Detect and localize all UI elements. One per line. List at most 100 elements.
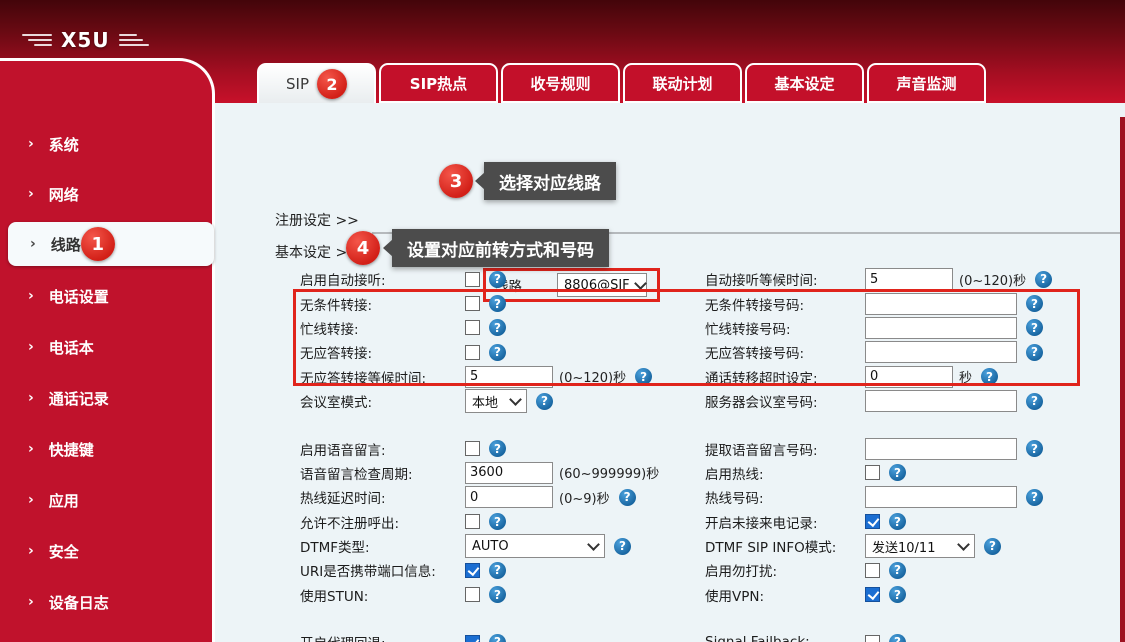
sidebar-item-label: 线路 [51,234,81,255]
settings-form: 启用自动接听:?自动接听等候时间:(0~120)秒?无条件转接:?无条件转接号码… [300,267,1100,642]
help-icon[interactable]: ? [614,538,631,555]
no-answer-forward-checkbox[interactable] [465,345,480,360]
register-settings-link[interactable]: 注册设定 >> [275,210,359,230]
help-icon[interactable]: ? [489,513,506,530]
field-label: 无应答转接号码: [705,342,865,362]
tab-voice-monitor[interactable]: 声音监测 [867,63,986,103]
field-label: 开启未接来电记录: [705,512,865,532]
help-icon[interactable]: ? [489,634,506,642]
hotline-enable-checkbox[interactable] [865,465,880,480]
dtmf-sip-info-mode-select[interactable]: 发送10/11 [865,534,975,558]
field-label: 无条件转接: [300,294,465,314]
tab-label: SIP [286,75,309,93]
dtmf-type-select[interactable]: AUTO [465,534,605,558]
unconditional-forward-checkbox[interactable] [465,296,480,311]
help-icon[interactable]: ? [889,513,906,530]
voicemail-check-period-input[interactable] [465,462,553,484]
voicemail-number-input[interactable] [865,438,1017,460]
dnd-enable-checkbox[interactable] [865,563,880,578]
field-busy-forward: 忙线转接:? [300,318,705,338]
help-icon[interactable]: ? [889,464,906,481]
field-use-vpn: 使用VPN:? [705,585,1100,605]
unregistered-call-out-checkbox[interactable] [465,514,480,529]
help-icon[interactable]: ? [1026,393,1043,410]
help-icon[interactable]: ? [635,368,652,385]
server-conference-number-input[interactable] [865,390,1017,412]
chevron-right-icon: › [28,594,34,610]
field-call-transfer-timeout: 通话转移超时设定:秒? [705,366,1100,388]
signal-failback-checkbox[interactable] [865,635,880,642]
help-icon[interactable]: ? [889,634,906,642]
hotline-number-input[interactable] [865,486,1017,508]
tab-sip-hotspot[interactable]: SIP热点 [379,63,498,103]
sidebar-item-phonebook[interactable]: ›电话本 [0,325,212,369]
field-label: URI是否携带端口信息: [300,560,465,580]
sidebar-item-system[interactable]: › 系统 [0,122,212,166]
help-icon[interactable]: ? [489,344,506,361]
field-busy-forward-number: 忙线转接号码:? [705,317,1100,339]
sidebar-item-hotkey[interactable]: ›快捷键 [0,427,212,471]
help-icon[interactable]: ? [1026,344,1043,361]
sidebar-item-network[interactable]: ›网络 [0,172,212,216]
voicemail-enable-checkbox[interactable] [465,441,480,456]
auto-answer-wait-time-input[interactable] [865,268,953,290]
chevron-right-icon: › [28,543,34,559]
busy-forward-number-input[interactable] [865,317,1017,339]
field-hotline-delay: 热线延迟时间:(0~9)秒? [300,486,705,508]
tab-basic-settings[interactable]: 基本设定 [745,63,864,103]
annotation-badge-1: 1 [81,227,115,261]
auto-answer-enable-checkbox[interactable] [465,272,480,287]
busy-forward-checkbox[interactable] [465,320,480,335]
field-no-answer-forward: 无应答转接:? [300,342,705,362]
form-row: DTMF类型:AUTO?DTMF SIP INFO模式:发送10/11? [300,534,1100,558]
sidebar-item-security[interactable]: ›安全 [0,529,212,573]
call-transfer-timeout-input[interactable] [865,366,953,388]
sidebar-item-phone-settings[interactable]: ›电话设置 [0,274,212,318]
no-answer-forward-wait-time-input[interactable] [465,366,553,388]
sidebar-item-apps[interactable]: ›应用 [0,478,212,522]
help-icon[interactable]: ? [984,538,1001,555]
help-icon[interactable]: ? [489,586,506,603]
chevron-right-icon: › [28,136,34,152]
select-value: 发送10/11 [872,537,935,556]
use-vpn-checkbox[interactable] [865,587,880,602]
missed-call-log-checkbox[interactable] [865,514,880,529]
help-icon[interactable]: ? [489,440,506,457]
logo-lines-left-icon [22,34,52,46]
sidebar-item-label: 系统 [49,134,79,155]
field-suffix: (0~120)秒 [559,367,626,386]
field-label: 使用STUN: [300,585,465,605]
proxy-fallback-checkbox[interactable] [465,635,480,642]
help-icon[interactable]: ? [489,271,506,288]
form-row: 开启代理回退:?Signal Failback:? [300,630,1100,642]
field-proxy-fallback: 开启代理回退:? [300,632,705,642]
unconditional-forward-number-input[interactable] [865,293,1017,315]
help-icon[interactable]: ? [489,562,506,579]
help-icon[interactable]: ? [1035,271,1052,288]
help-icon[interactable]: ? [1026,295,1043,312]
tab-bar: SIP2SIP热点收号规则联动计划基本设定声音监测 [257,63,986,103]
help-icon[interactable]: ? [981,368,998,385]
sidebar-item-line[interactable]: ›线路1 [8,222,214,266]
help-icon[interactable]: ? [1026,489,1043,506]
conference-mode-select[interactable]: 本地 [465,389,527,413]
help-icon[interactable]: ? [889,586,906,603]
help-icon[interactable]: ? [536,393,553,410]
use-stun-checkbox[interactable] [465,587,480,602]
no-answer-forward-number-input[interactable] [865,341,1017,363]
window-right-border [1120,117,1125,642]
sidebar-item-device-log[interactable]: ›设备日志 [0,580,212,624]
uri-with-port-checkbox[interactable] [465,563,480,578]
sidebar-item-call-log[interactable]: ›通话记录 [0,376,212,420]
tab-sip[interactable]: SIP2 [257,63,376,103]
help-icon[interactable]: ? [489,319,506,336]
help-icon[interactable]: ? [1026,319,1043,336]
help-icon[interactable]: ? [619,489,636,506]
tab-dial-rule[interactable]: 收号规则 [501,63,620,103]
help-icon[interactable]: ? [489,295,506,312]
tab-action-plan[interactable]: 联动计划 [623,63,742,103]
form-row: 使用STUN:?使用VPN:? [300,583,1100,607]
help-icon[interactable]: ? [1026,440,1043,457]
hotline-delay-input[interactable] [465,486,553,508]
help-icon[interactable]: ? [889,562,906,579]
